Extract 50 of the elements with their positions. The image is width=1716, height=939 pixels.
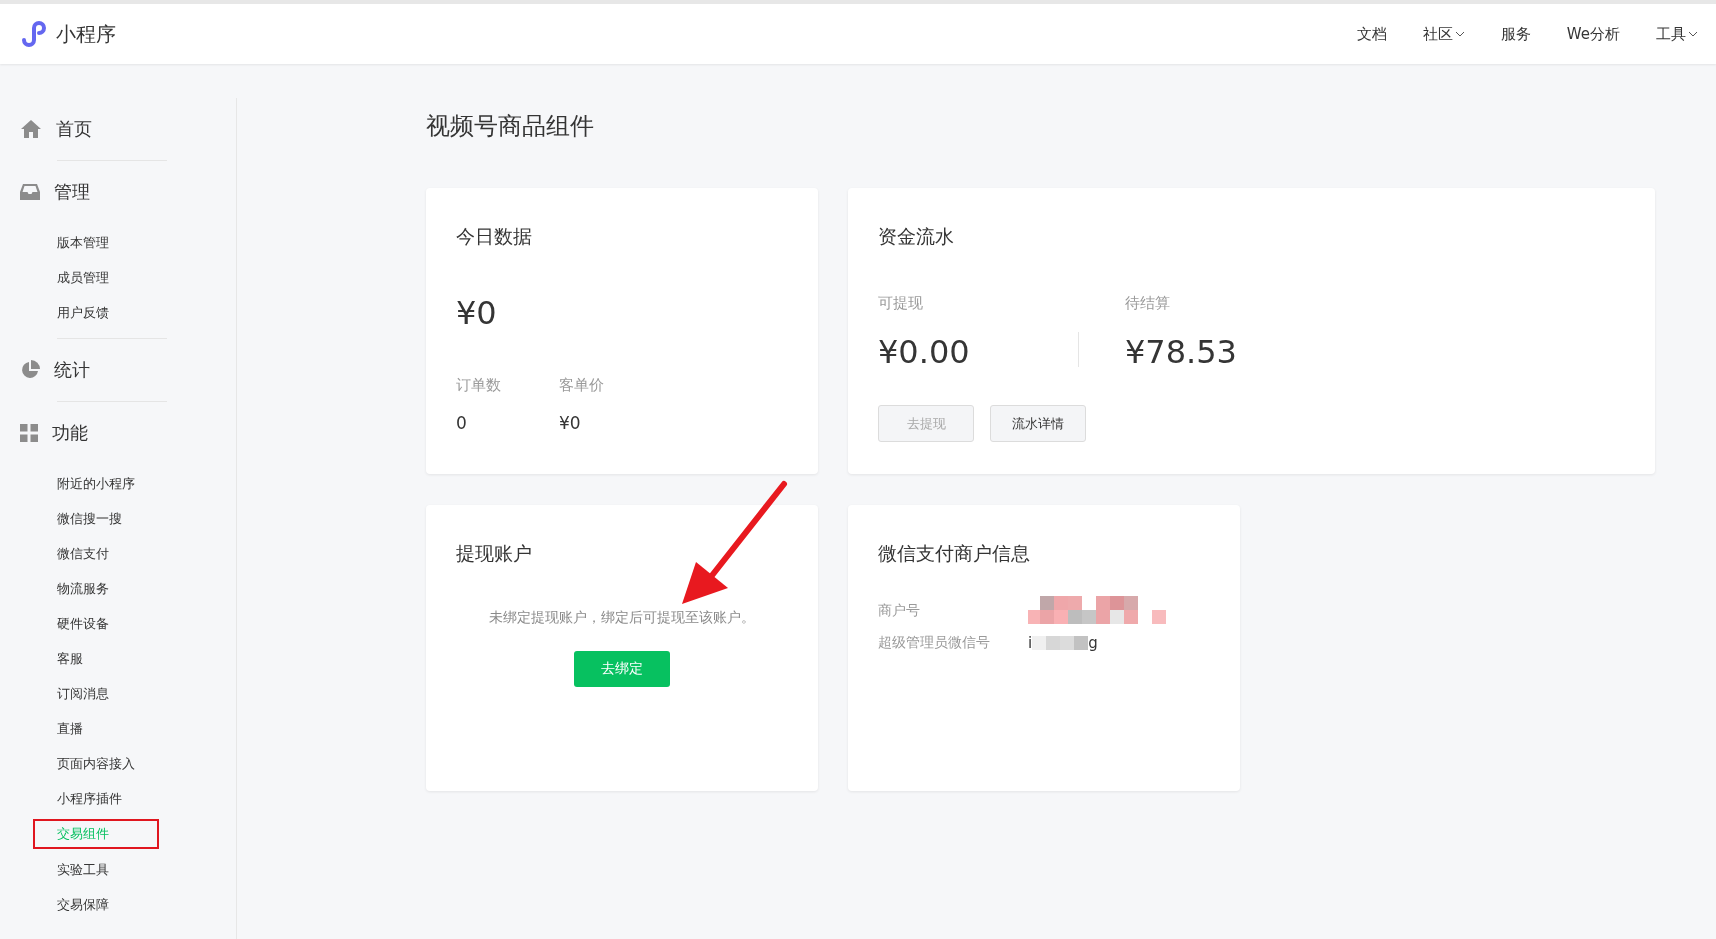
sidebar-item[interactable]: 客服: [57, 641, 236, 676]
nav-link[interactable]: 服务: [1500, 24, 1531, 44]
grid-icon: [20, 424, 38, 442]
logo-icon: [20, 20, 48, 48]
stat-label: 可提现: [878, 294, 924, 313]
sidebar-item[interactable]: 版本管理: [57, 225, 236, 260]
sidebar-item[interactable]: 交易保障: [57, 887, 236, 922]
info-value: g: [1088, 634, 1098, 652]
stat-value: 0: [456, 413, 468, 433]
empty-message: 未绑定提现账户，绑定后可提现至该账户。: [489, 609, 755, 627]
sidebar-item[interactable]: 微信搜一搜: [57, 501, 236, 536]
card-title: 今日数据: [456, 224, 533, 249]
card-title: 资金流水: [878, 224, 955, 249]
sidebar-item[interactable]: 硬件设备: [57, 606, 236, 641]
sidebar-section-link[interactable]: 首页: [56, 117, 92, 141]
nav-link[interactable]: 文档: [1356, 24, 1387, 44]
sidebar-item[interactable]: 小程序插件: [57, 781, 236, 816]
sidebar-item[interactable]: 微信支付: [57, 536, 236, 571]
stat-label: 客单价: [559, 376, 604, 395]
inbox-icon: [20, 183, 40, 201]
amount: ¥0.00: [878, 333, 971, 371]
sidebar-item[interactable]: 用户反馈: [57, 295, 236, 330]
info-label: 超级管理员微信号: [878, 634, 991, 652]
home-icon: [20, 119, 42, 139]
amount: ¥0: [456, 294, 498, 332]
sidebar-item[interactable]: 直播: [57, 711, 236, 746]
page-title: 视频号商品组件: [426, 111, 595, 142]
nav-link[interactable]: 社区: [1422, 24, 1465, 44]
sidebar-item[interactable]: 订阅消息: [57, 676, 236, 711]
nav-link[interactable]: 工具: [1656, 24, 1698, 44]
logo-text: 小程序: [56, 20, 116, 48]
action-button[interactable]: 流水详情: [990, 405, 1086, 442]
stat-label: 待结算: [1125, 294, 1171, 313]
sidebar-section-link[interactable]: 统计: [54, 358, 90, 382]
stat-label: 订单数: [456, 376, 501, 395]
info-label: 商户号: [878, 602, 921, 620]
card-title: 微信支付商户信息: [878, 541, 1031, 566]
sidebar-item[interactable]: 附近的小程序: [57, 466, 236, 501]
sidebar-item[interactable]: 页面内容接入: [57, 746, 236, 781]
sidebar-section-link[interactable]: 管理: [54, 180, 90, 204]
sidebar-item[interactable]: 成员管理: [57, 260, 236, 295]
pie-chart-icon: [20, 360, 40, 380]
info-value: i: [1028, 634, 1033, 652]
sidebar-item[interactable]: 实验工具: [57, 852, 236, 887]
nav-link[interactable]: We分析: [1566, 24, 1620, 44]
sidebar-item[interactable]: 物流服务: [57, 571, 236, 606]
card-title: 提现账户: [456, 541, 533, 566]
stat-value: ¥0: [559, 413, 582, 433]
amount: ¥78.53: [1125, 333, 1238, 371]
sidebar-section-link[interactable]: 功能: [52, 421, 88, 445]
